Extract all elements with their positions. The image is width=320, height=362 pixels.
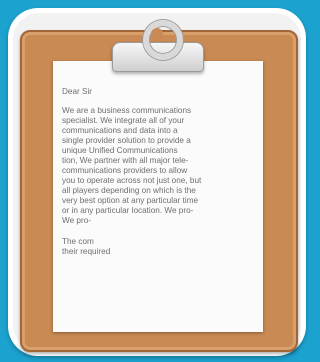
letter-paragraph-2: The com their required [62,237,260,257]
letter-greeting: Dear Sir [62,87,93,96]
clip-hole [151,28,163,40]
letter-line: communications providers to allow [62,166,188,175]
letter-text: Dear Sir We are a business communication… [62,87,260,257]
letter-line: unique Unified Communications [62,146,178,155]
letter-line: We are a business communications [62,106,192,115]
letter-line: their required [62,247,111,256]
letter-line: We pro- [62,216,91,225]
letter-line: The com [62,237,94,246]
letter-line: all players depending on which is the [62,186,196,195]
letter-line: single provider solution to provide a [62,136,191,145]
letter-line: tion, We partner with all major tele- [62,156,189,165]
letter-paper: Dear Sir We are a business communication… [53,61,263,332]
letter-line: communications and data into a [62,126,178,135]
clip-ring [143,20,183,60]
letter-line: you to operate across not just one, but [62,176,202,185]
letter-line: specialist. We integrate all of your [62,116,185,125]
letter-paragraph-1: We are a business communications special… [62,106,260,226]
letter-line: very best option at any particular time [62,196,199,205]
letter-line: or in any particular location. We pro- [62,206,194,215]
